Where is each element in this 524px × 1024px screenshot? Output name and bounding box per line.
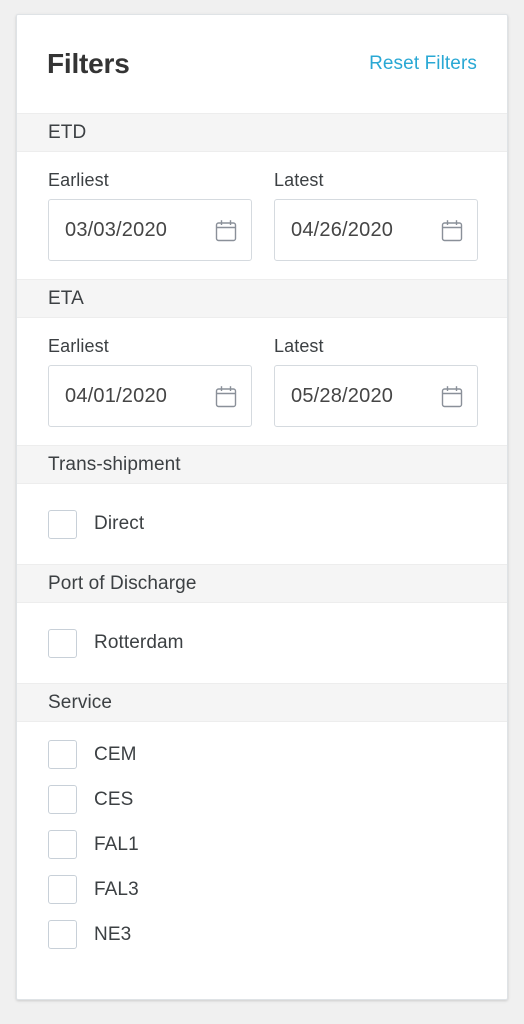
etd-earliest-field: Earliest 03/03/2020	[48, 170, 252, 261]
calendar-icon[interactable]	[441, 219, 463, 242]
checkbox-label-fal3: FAL3	[94, 878, 139, 900]
etd-earliest-input[interactable]: 03/03/2020	[48, 199, 252, 261]
checkbox-unchecked-icon[interactable]	[48, 740, 77, 769]
section-label-etd: ETD	[48, 121, 87, 143]
section-label-service: Service	[48, 691, 113, 713]
checkbox-row-ne3[interactable]: NE3	[17, 912, 507, 957]
checkbox-row-direct[interactable]: Direct	[17, 498, 507, 550]
page-title: Filters	[47, 48, 130, 79]
section-header-eta: ETA	[17, 279, 507, 318]
eta-earliest-value: 04/01/2020	[65, 384, 168, 407]
checkbox-label-cem: CEM	[94, 743, 137, 765]
etd-earliest-value: 03/03/2020	[65, 218, 168, 241]
checkbox-unchecked-icon[interactable]	[48, 509, 77, 539]
checkbox-row-ces[interactable]: CES	[17, 777, 507, 822]
checkbox-unchecked-icon[interactable]	[48, 628, 77, 658]
etd-latest-value: 04/26/2020	[291, 218, 394, 241]
checkbox-unchecked-icon[interactable]	[48, 920, 77, 949]
etd-latest-input[interactable]: 04/26/2020	[274, 199, 478, 261]
checkbox-label-direct: Direct	[94, 513, 145, 534]
checkbox-row-rotterdam[interactable]: Rotterdam	[17, 617, 507, 669]
eta-earliest-label: Earliest	[48, 336, 109, 356]
calendar-icon[interactable]	[441, 385, 463, 408]
section-label-eta: ETA	[48, 287, 84, 309]
filters-panel: Filters Reset Filters ETD Earliest 03/03…	[16, 14, 508, 1000]
service-options: CEM CES FAL1 FAL3 NE3	[17, 722, 507, 971]
port-of-discharge-options: Rotterdam	[17, 603, 507, 683]
etd-latest-label: Latest	[274, 170, 324, 190]
etd-earliest-label: Earliest	[48, 170, 109, 190]
calendar-icon[interactable]	[215, 385, 237, 408]
checkbox-label-ne3: NE3	[94, 923, 132, 945]
checkbox-unchecked-icon[interactable]	[48, 875, 77, 904]
etd-date-section: Earliest 03/03/2020 Latest 04/26/2020	[17, 152, 507, 279]
checkbox-unchecked-icon[interactable]	[48, 830, 77, 859]
panel-header: Filters Reset Filters	[17, 15, 507, 113]
checkbox-label-fal1: FAL1	[94, 833, 139, 855]
eta-date-section: Earliest 04/01/2020 Latest 05/28/2020	[17, 318, 507, 445]
eta-latest-label: Latest	[274, 336, 324, 356]
eta-latest-field: Latest 05/28/2020	[274, 336, 478, 427]
section-header-etd: ETD	[17, 113, 507, 152]
etd-latest-field: Latest 04/26/2020	[274, 170, 478, 261]
section-label-transshipment: Trans-shipment	[48, 453, 181, 475]
section-header-port-of-discharge: Port of Discharge	[17, 564, 507, 603]
calendar-icon[interactable]	[215, 219, 237, 242]
section-label-port-of-discharge: Port of Discharge	[48, 572, 197, 594]
checkbox-row-fal3[interactable]: FAL3	[17, 867, 507, 912]
checkbox-label-rotterdam: Rotterdam	[94, 632, 184, 653]
section-header-transshipment: Trans-shipment	[17, 445, 507, 484]
checkbox-label-ces: CES	[94, 788, 134, 810]
checkbox-row-fal1[interactable]: FAL1	[17, 822, 507, 867]
reset-filters-button[interactable]: Reset Filters	[369, 53, 477, 75]
eta-earliest-input[interactable]: 04/01/2020	[48, 365, 252, 427]
eta-latest-input[interactable]: 05/28/2020	[274, 365, 478, 427]
transshipment-options: Direct	[17, 484, 507, 564]
eta-latest-value: 05/28/2020	[291, 384, 394, 407]
checkbox-row-cem[interactable]: CEM	[17, 732, 507, 777]
eta-earliest-field: Earliest 04/01/2020	[48, 336, 252, 427]
checkbox-unchecked-icon[interactable]	[48, 785, 77, 814]
section-header-service: Service	[17, 683, 507, 722]
